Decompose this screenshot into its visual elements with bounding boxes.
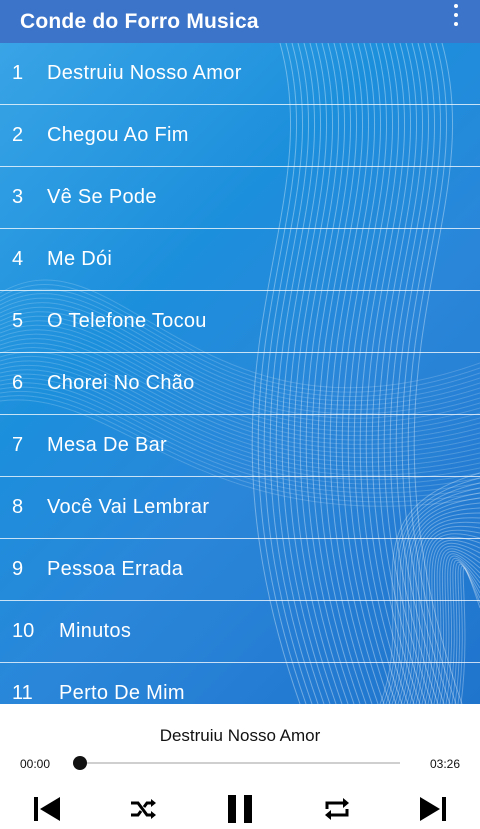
song-title: Chorei No Chão [47, 372, 195, 394]
player-panel: Destruiu Nosso Amor 00:00 03:26 [0, 704, 480, 829]
app-title: Conde do Forro Musica [20, 9, 259, 33]
song-number: 4 [12, 248, 24, 270]
song-list[interactable]: 1 Destruiu Nosso Amor 2 Chegou Ao Fim 3 Vê Se… [0, 43, 480, 704]
song-row[interactable]: 11 Perto De Mim [0, 663, 480, 704]
song-number: 1 [12, 62, 24, 84]
song-number: 8 [12, 496, 24, 518]
song-row[interactable]: 6 Chorei No Chão [0, 353, 480, 415]
song-row[interactable]: 10 Minutos [0, 601, 480, 663]
skip-next-icon[interactable] [416, 792, 450, 826]
song-title: Minutos [59, 620, 132, 642]
song-row[interactable]: 7 Mesa De Bar [0, 415, 480, 477]
song-row[interactable]: 1 Destruiu Nosso Amor [0, 43, 480, 105]
skip-previous-icon[interactable] [30, 792, 64, 826]
shuffle-icon[interactable] [126, 792, 160, 826]
song-row[interactable]: 5 O Telefone Tocou [0, 291, 480, 353]
song-number: 2 [12, 124, 24, 146]
song-number: 5 [12, 310, 24, 332]
song-title: Vê Se Pode [47, 186, 157, 208]
song-number: 7 [12, 434, 24, 456]
total-duration: 03:26 [429, 757, 460, 771]
song-title: Me Dói [47, 248, 113, 270]
song-row[interactable]: 4 Me Dói [0, 229, 480, 291]
song-title: Destruiu Nosso Amor [47, 62, 242, 84]
song-title: Mesa De Bar [47, 434, 168, 456]
song-row[interactable]: 9 Pessoa Errada [0, 539, 480, 601]
repeat-icon[interactable] [320, 792, 354, 826]
song-number: 9 [12, 558, 24, 580]
song-number: 11 [12, 682, 33, 704]
song-title: Você Vai Lembrar [47, 496, 210, 518]
song-number: 10 [12, 620, 35, 642]
song-title: Perto De Mim [59, 682, 185, 704]
song-number: 6 [12, 372, 24, 394]
song-row[interactable]: 3 Vê Se Pode [0, 167, 480, 229]
overflow-menu-icon[interactable] [446, 4, 466, 26]
now-playing-title: Destruiu Nosso Amor [159, 726, 321, 745]
song-row[interactable]: 8 Você Vai Lembrar [0, 477, 480, 539]
song-title: O Telefone Tocou [47, 310, 207, 332]
song-number: 3 [12, 186, 24, 208]
song-title: Chegou Ao Fim [47, 124, 189, 146]
pause-icon[interactable] [223, 792, 257, 826]
elapsed-time: 00:00 [20, 757, 51, 771]
song-row[interactable]: 2 Chegou Ao Fim [0, 105, 480, 167]
seek-thumb[interactable] [73, 756, 87, 770]
app-bar: Conde do Forro Musica [0, 0, 480, 43]
seek-bar[interactable] [80, 762, 400, 764]
song-title: Pessoa Errada [47, 558, 184, 580]
